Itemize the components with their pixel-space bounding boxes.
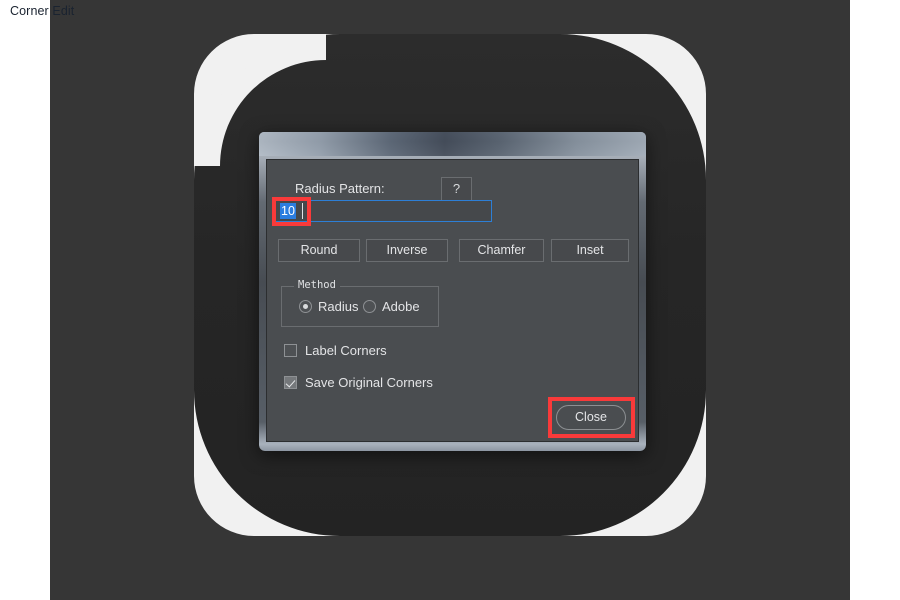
method-radio-radius-label: Radius [318,299,359,314]
help-button[interactable]: ? [441,177,472,202]
inset-button[interactable]: Inset [551,239,629,262]
checkbox-unchecked-icon [284,344,297,357]
round-button[interactable]: Round [278,239,360,262]
inverse-button[interactable]: Inverse [366,239,448,262]
checkbox-save-original-corners[interactable]: Save Original Corners [284,375,433,390]
method-radio-adobe-label: Adobe [382,299,420,314]
radius-pattern-input[interactable]: 10 [275,200,492,222]
checkbox-label-corners[interactable]: Label Corners [284,343,387,358]
titlebar-gradient [259,132,646,156]
radio-unselected-icon [363,300,376,313]
radius-pattern-label: Radius Pattern: [295,181,385,196]
method-radio-adobe[interactable]: Adobe [363,299,420,314]
checkbox-checked-icon [284,376,297,389]
method-radio-radius[interactable]: Radius [299,299,358,314]
close-button[interactable]: Close [556,405,626,430]
dialog-title: Corner Edit [10,4,75,18]
radio-selected-icon [299,300,312,313]
checkbox-save-original-corners-label: Save Original Corners [305,375,433,390]
checkbox-label-corners-label: Label Corners [305,343,387,358]
chamfer-button[interactable]: Chamfer [459,239,544,262]
dialog-titlebar[interactable] [259,132,646,156]
screenshot-root: Corner Edit Radius Pattern: ? 10 Round I… [0,0,900,600]
text-caret [302,203,303,219]
radius-pattern-value: 10 [280,203,296,219]
method-legend: Method [294,279,340,291]
